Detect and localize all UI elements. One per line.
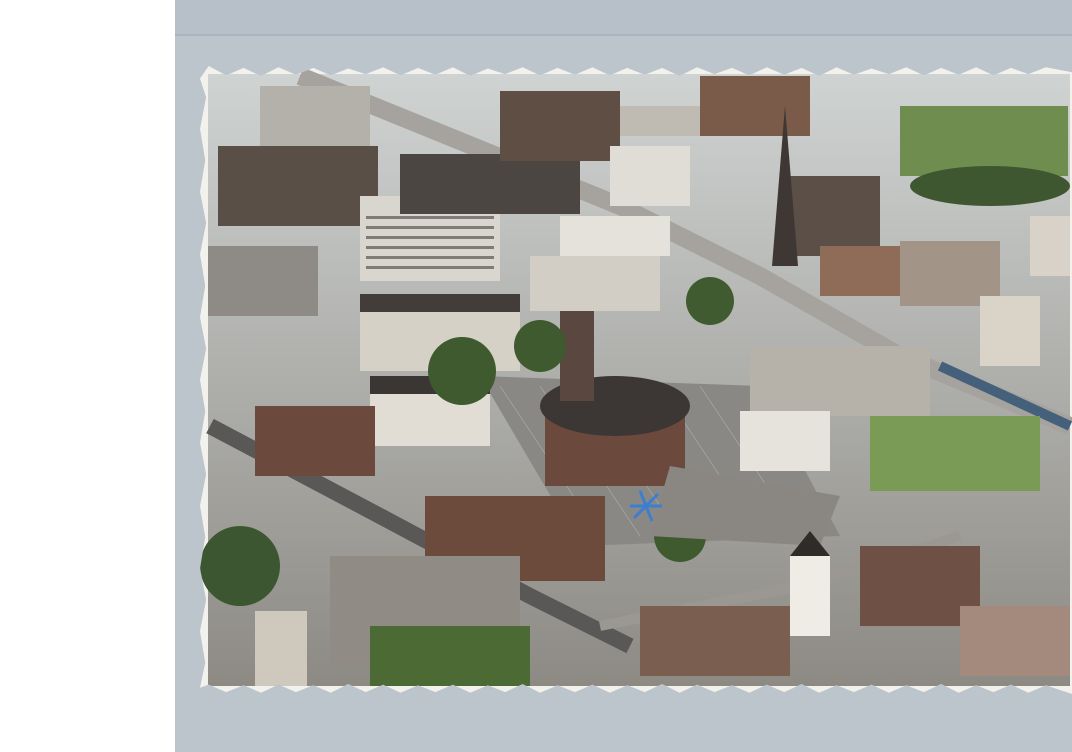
tree-lower-left bbox=[200, 526, 280, 606]
office-block-4 bbox=[500, 91, 620, 161]
tree-plaza-2 bbox=[514, 320, 566, 372]
tree-right-1 bbox=[686, 277, 734, 325]
right-apartment-3 bbox=[980, 296, 1040, 366]
office-block-7 bbox=[610, 146, 690, 206]
office-block-1 bbox=[218, 146, 378, 226]
left-white-margin bbox=[0, 0, 175, 752]
postcard bbox=[200, 66, 1072, 694]
tree-plaza-1 bbox=[428, 337, 496, 405]
lower-left-tower bbox=[255, 611, 307, 686]
white-church-lower bbox=[790, 556, 830, 636]
right-apartment-4 bbox=[1030, 216, 1070, 276]
aerial-city-photo bbox=[200, 67, 1072, 686]
parking-lot-left bbox=[208, 246, 318, 316]
lawn-right bbox=[870, 416, 1040, 491]
office-block-6 bbox=[560, 216, 670, 256]
office-block-3 bbox=[400, 154, 580, 214]
white-building-right bbox=[740, 411, 830, 471]
modern-building-right bbox=[750, 346, 930, 416]
scanner-top-strip bbox=[175, 0, 1072, 36]
park-upper-right bbox=[900, 106, 1068, 176]
brick-block-lower-left bbox=[255, 406, 375, 476]
office-block-8 bbox=[620, 106, 710, 136]
tree-row-upper bbox=[910, 166, 1070, 206]
office-block-5 bbox=[530, 256, 660, 311]
lower-mid-houses bbox=[640, 606, 790, 676]
row-houses-mid-roof bbox=[360, 294, 520, 312]
parking-lot-upper bbox=[260, 86, 370, 146]
right-apartment-1 bbox=[820, 246, 900, 296]
lower-right-houses-2 bbox=[960, 606, 1070, 676]
office-block-9 bbox=[700, 76, 810, 136]
domed-church-tower bbox=[560, 311, 594, 401]
green-lower-left bbox=[370, 626, 530, 686]
